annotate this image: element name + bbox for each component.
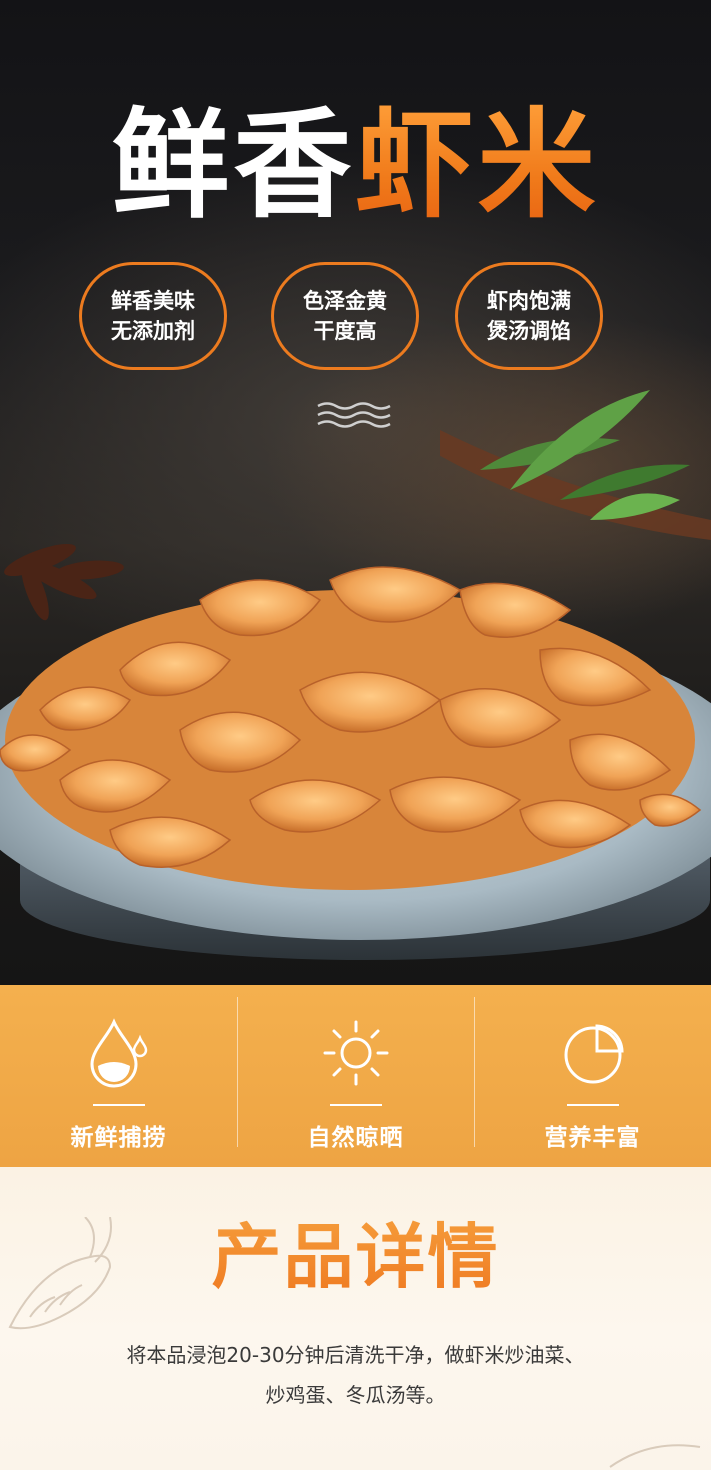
badge-line: 干度高 [313, 319, 377, 343]
feature-item: 自然晾晒 [237, 985, 474, 1167]
herb-leaves-decoration [440, 390, 711, 540]
water-drop-icon [89, 1018, 147, 1088]
pie-chart-icon [564, 1024, 624, 1084]
feature-item: 营养丰富 [474, 985, 711, 1167]
feature-badge: 虾肉饱满 煲汤调馅 [455, 262, 603, 370]
badge-line: 煲汤调馅 [487, 319, 571, 343]
hero-section: 鲜香虾米 鲜香美味 无添加剂 色泽金黄 干度高 虾肉饱满 煲汤调馅 [0, 0, 711, 985]
shrimp-sketch-icon [609, 1444, 701, 1468]
details-description: 将本品浸泡20-30分钟后清洗干净，做虾米炒油菜、 炒鸡蛋、冬瓜汤等。 [40, 1335, 671, 1415]
details-line: 将本品浸泡20-30分钟后清洗干净，做虾米炒油菜、 [126, 1343, 585, 1367]
feature-divider [92, 1104, 145, 1106]
badge-line: 无添加剂 [111, 319, 195, 343]
feature-badge: 色泽金黄 干度高 [271, 262, 419, 370]
hero-title-white: 鲜香 [111, 96, 356, 234]
feature-badge: 鲜香美味 无添加剂 [79, 262, 227, 370]
dried-shrimp-image [0, 566, 702, 890]
sun-icon [323, 1020, 388, 1086]
feature-label: 新鲜捕捞 [70, 1125, 167, 1151]
details-title: 产品详情 [0, 1217, 711, 1297]
hero-title: 鲜香虾米 [0, 100, 711, 230]
product-details-section: 产品详情 将本品浸泡20-30分钟后清洗干净，做虾米炒油菜、 炒鸡蛋、冬瓜汤等。 [0, 1167, 711, 1470]
hero-title-orange: 虾米 [355, 96, 600, 234]
feature-label: 营养丰富 [544, 1125, 641, 1151]
feature-item: 新鲜捕捞 [0, 985, 237, 1167]
feature-label: 自然晾晒 [307, 1125, 404, 1151]
wave-icon [317, 402, 391, 428]
feature-divider [566, 1104, 619, 1106]
details-line: 炒鸡蛋、冬瓜汤等。 [265, 1383, 446, 1407]
features-band: 新鲜捕捞 自然晾晒 营养丰富 [0, 985, 711, 1167]
badge-line: 鲜香美味 [111, 289, 195, 313]
feature-divider [329, 1104, 382, 1106]
badge-line: 虾肉饱满 [487, 289, 571, 313]
badge-line: 色泽金黄 [303, 289, 387, 313]
